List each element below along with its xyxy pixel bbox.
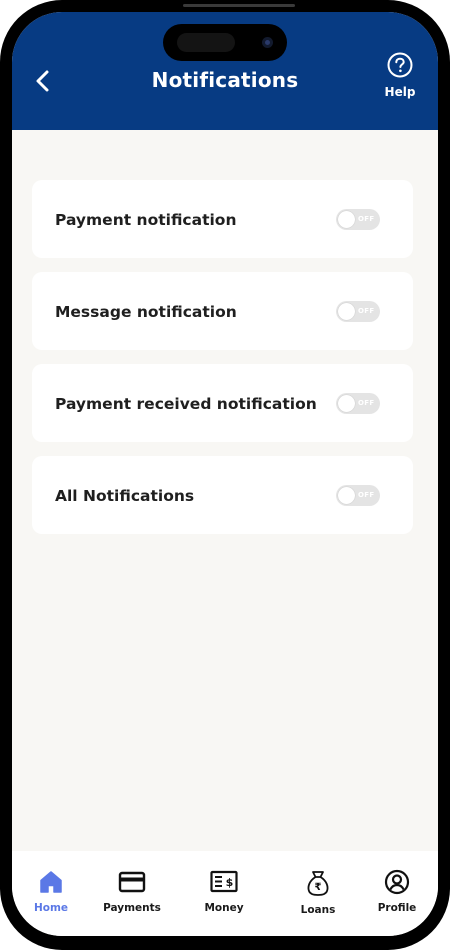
toggle-state-text: OFF xyxy=(358,307,375,315)
setting-label: Message notification xyxy=(55,303,237,321)
dynamic-island xyxy=(163,24,287,61)
help-label: Help xyxy=(384,85,416,99)
setting-row-message-notification: Message notification OFF xyxy=(32,272,413,350)
toggle-knob xyxy=(338,303,355,320)
nav-label: Profile xyxy=(377,902,417,914)
toggle-knob xyxy=(338,487,355,504)
payment-notification-toggle[interactable]: OFF xyxy=(336,209,380,230)
setting-label: Payment received notification xyxy=(55,395,317,413)
toggle-state-text: OFF xyxy=(358,399,375,407)
notification-settings-list: Payment notification OFF Message notific… xyxy=(32,180,413,548)
nav-item-profile[interactable]: Profile xyxy=(362,869,432,914)
screen: Notifications Help Payment notification … xyxy=(12,12,438,936)
svg-text:$: $ xyxy=(226,876,234,889)
toggle-knob xyxy=(338,395,355,412)
nav-label: Payments xyxy=(103,902,161,914)
bottom-nav: Home Payments $ Money ₹ Loans Profile xyxy=(12,851,438,936)
camera-icon xyxy=(262,37,273,48)
nav-item-home[interactable]: Home xyxy=(16,869,86,914)
nav-label: Money xyxy=(204,902,244,914)
page-title: Notifications xyxy=(151,68,299,92)
toggle-state-text: OFF xyxy=(358,215,375,223)
question-circle-icon xyxy=(387,52,413,78)
setting-label: All Notifications xyxy=(55,487,195,505)
nav-item-loans[interactable]: ₹ Loans xyxy=(283,869,353,916)
help-button[interactable]: Help xyxy=(380,52,420,108)
setting-label: Payment notification xyxy=(55,211,237,229)
nav-label: Loans xyxy=(300,904,336,916)
nav-item-money[interactable]: $ Money xyxy=(189,869,259,914)
setting-row-payment-received-notification: Payment received notification OFF xyxy=(32,364,413,442)
card-icon xyxy=(118,871,146,893)
speaker-slot xyxy=(183,4,295,7)
header-bar: Notifications Help xyxy=(12,12,438,130)
rupee-bag-icon: ₹ xyxy=(307,871,329,896)
money-icon: $ xyxy=(210,870,238,893)
setting-row-payment-notification: Payment notification OFF xyxy=(32,180,413,258)
setting-row-all-notifications: All Notifications OFF xyxy=(32,456,413,534)
payment-received-notification-toggle[interactable]: OFF xyxy=(336,393,380,414)
nav-label: Home xyxy=(33,902,69,914)
svg-text:₹: ₹ xyxy=(315,882,322,893)
all-notifications-toggle[interactable]: OFF xyxy=(336,485,380,506)
home-icon xyxy=(40,871,62,893)
toggle-knob xyxy=(338,211,355,228)
toggle-state-text: OFF xyxy=(358,491,375,499)
island-pill xyxy=(177,33,235,52)
message-notification-toggle[interactable]: OFF xyxy=(336,301,380,322)
nav-item-payments[interactable]: Payments xyxy=(97,869,167,914)
phone-frame: Notifications Help Payment notification … xyxy=(0,0,450,950)
profile-icon xyxy=(384,869,410,895)
